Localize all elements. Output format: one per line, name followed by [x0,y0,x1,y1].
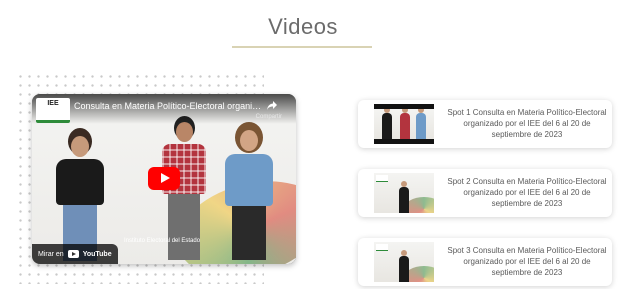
video-title[interactable]: Consulta en Materia Político-Electoral o… [74,101,264,111]
watch-on-youtube-button[interactable]: Mirar en YouTube [32,244,118,264]
watch-on-label: Mirar en [38,250,64,258]
playlist-item[interactable]: Spot 3 Consulta en Materia Político-Elec… [358,238,612,286]
playlist-item[interactable]: Spot 1 Consulta en Materia Político-Elec… [358,100,612,148]
title-underline [232,46,372,48]
video-player[interactable]: IEE Consulta en Materia Político-Elector… [32,94,296,264]
play-button[interactable] [148,167,180,190]
playlist-item-title[interactable]: Spot 3 Consulta en Materia Político-Elec… [446,245,608,278]
share-label[interactable]: Compartir [256,114,282,120]
playlist-item-title[interactable]: Spot 1 Consulta en Materia Político-Elec… [446,107,608,140]
video-thumbnail [374,173,434,213]
section-title: Videos [268,14,338,39]
playlist-item[interactable]: Spot 2 Consulta en Materia Político-Elec… [358,169,612,217]
presenter-woman [220,130,278,264]
youtube-icon [67,250,79,258]
video-caption: Instituto Electoral del Estado [124,238,201,244]
video-thumbnail [374,104,434,144]
youtube-wordmark: YouTube [82,250,112,258]
channel-logo[interactable]: IEE [36,98,70,123]
videos-section: Videos IEE Consulta en Materia Político-… [0,0,626,289]
video-thumbnail [374,242,434,282]
playlist-item-title[interactable]: Spot 2 Consulta en Materia Político-Elec… [446,176,608,209]
share-icon[interactable] [266,100,278,112]
